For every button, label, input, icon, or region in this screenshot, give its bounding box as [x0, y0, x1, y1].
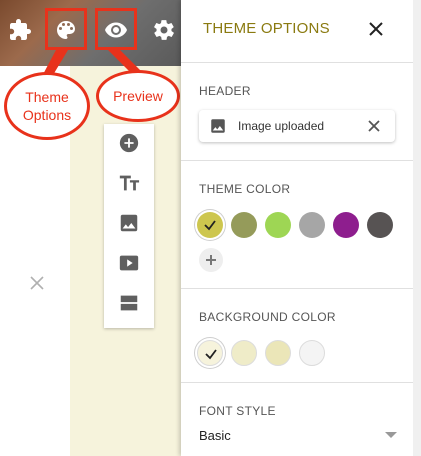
divider: [181, 62, 413, 63]
theme-color-swatch[interactable]: [333, 212, 359, 238]
background-color-swatch[interactable]: [265, 340, 291, 366]
image-icon[interactable]: [117, 211, 141, 235]
chevron-down-icon[interactable]: [385, 432, 397, 438]
panel-title: THEME OPTIONS: [203, 20, 330, 37]
theme-options-callout-text: Theme Options: [22, 89, 72, 123]
preview-callout: Preview: [96, 70, 180, 122]
text-size-icon[interactable]: [117, 171, 141, 195]
divider: [181, 160, 413, 161]
background-color-swatch[interactable]: [231, 340, 257, 366]
scroll-gutter: [413, 0, 421, 456]
divider: [181, 288, 413, 289]
theme-color-swatch[interactable]: [197, 212, 223, 238]
font-style-label: FONT STYLE: [199, 404, 276, 418]
plus-icon: [206, 255, 216, 265]
font-style-select[interactable]: Basic: [199, 428, 231, 443]
clear-header-icon[interactable]: [367, 119, 381, 133]
theme-color-swatch[interactable]: [265, 212, 291, 238]
header-image-value: Image uploaded: [238, 119, 325, 133]
theme-options-callout: Theme Options: [4, 72, 90, 140]
layout-icon[interactable]: [117, 291, 141, 315]
theme-color-swatch[interactable]: [367, 212, 393, 238]
add-circle-icon[interactable]: [117, 131, 141, 155]
background-color-swatch[interactable]: [197, 340, 223, 366]
insert-toolbar: [104, 124, 154, 328]
close-icon[interactable]: [28, 274, 46, 292]
divider: [181, 382, 413, 383]
theme-color-label: THEME COLOR: [199, 182, 291, 196]
image-icon: [209, 117, 227, 135]
header-image-field[interactable]: Image uploaded: [199, 110, 395, 142]
theme-color-swatch[interactable]: [231, 212, 257, 238]
check-icon: [205, 349, 217, 360]
theme-color-swatch[interactable]: [299, 212, 325, 238]
background-color-label: BACKGROUND COLOR: [199, 310, 336, 324]
panel-close-icon[interactable]: [367, 20, 387, 40]
header-section-label: HEADER: [199, 84, 251, 98]
background-color-swatch[interactable]: [299, 340, 325, 366]
preview-callout-text: Preview: [113, 88, 163, 104]
check-icon: [204, 220, 216, 231]
video-icon[interactable]: [117, 251, 141, 275]
theme-options-panel: THEME OPTIONS HEADER Image uploaded THEM…: [181, 0, 413, 456]
add-color-button[interactable]: [199, 248, 223, 272]
